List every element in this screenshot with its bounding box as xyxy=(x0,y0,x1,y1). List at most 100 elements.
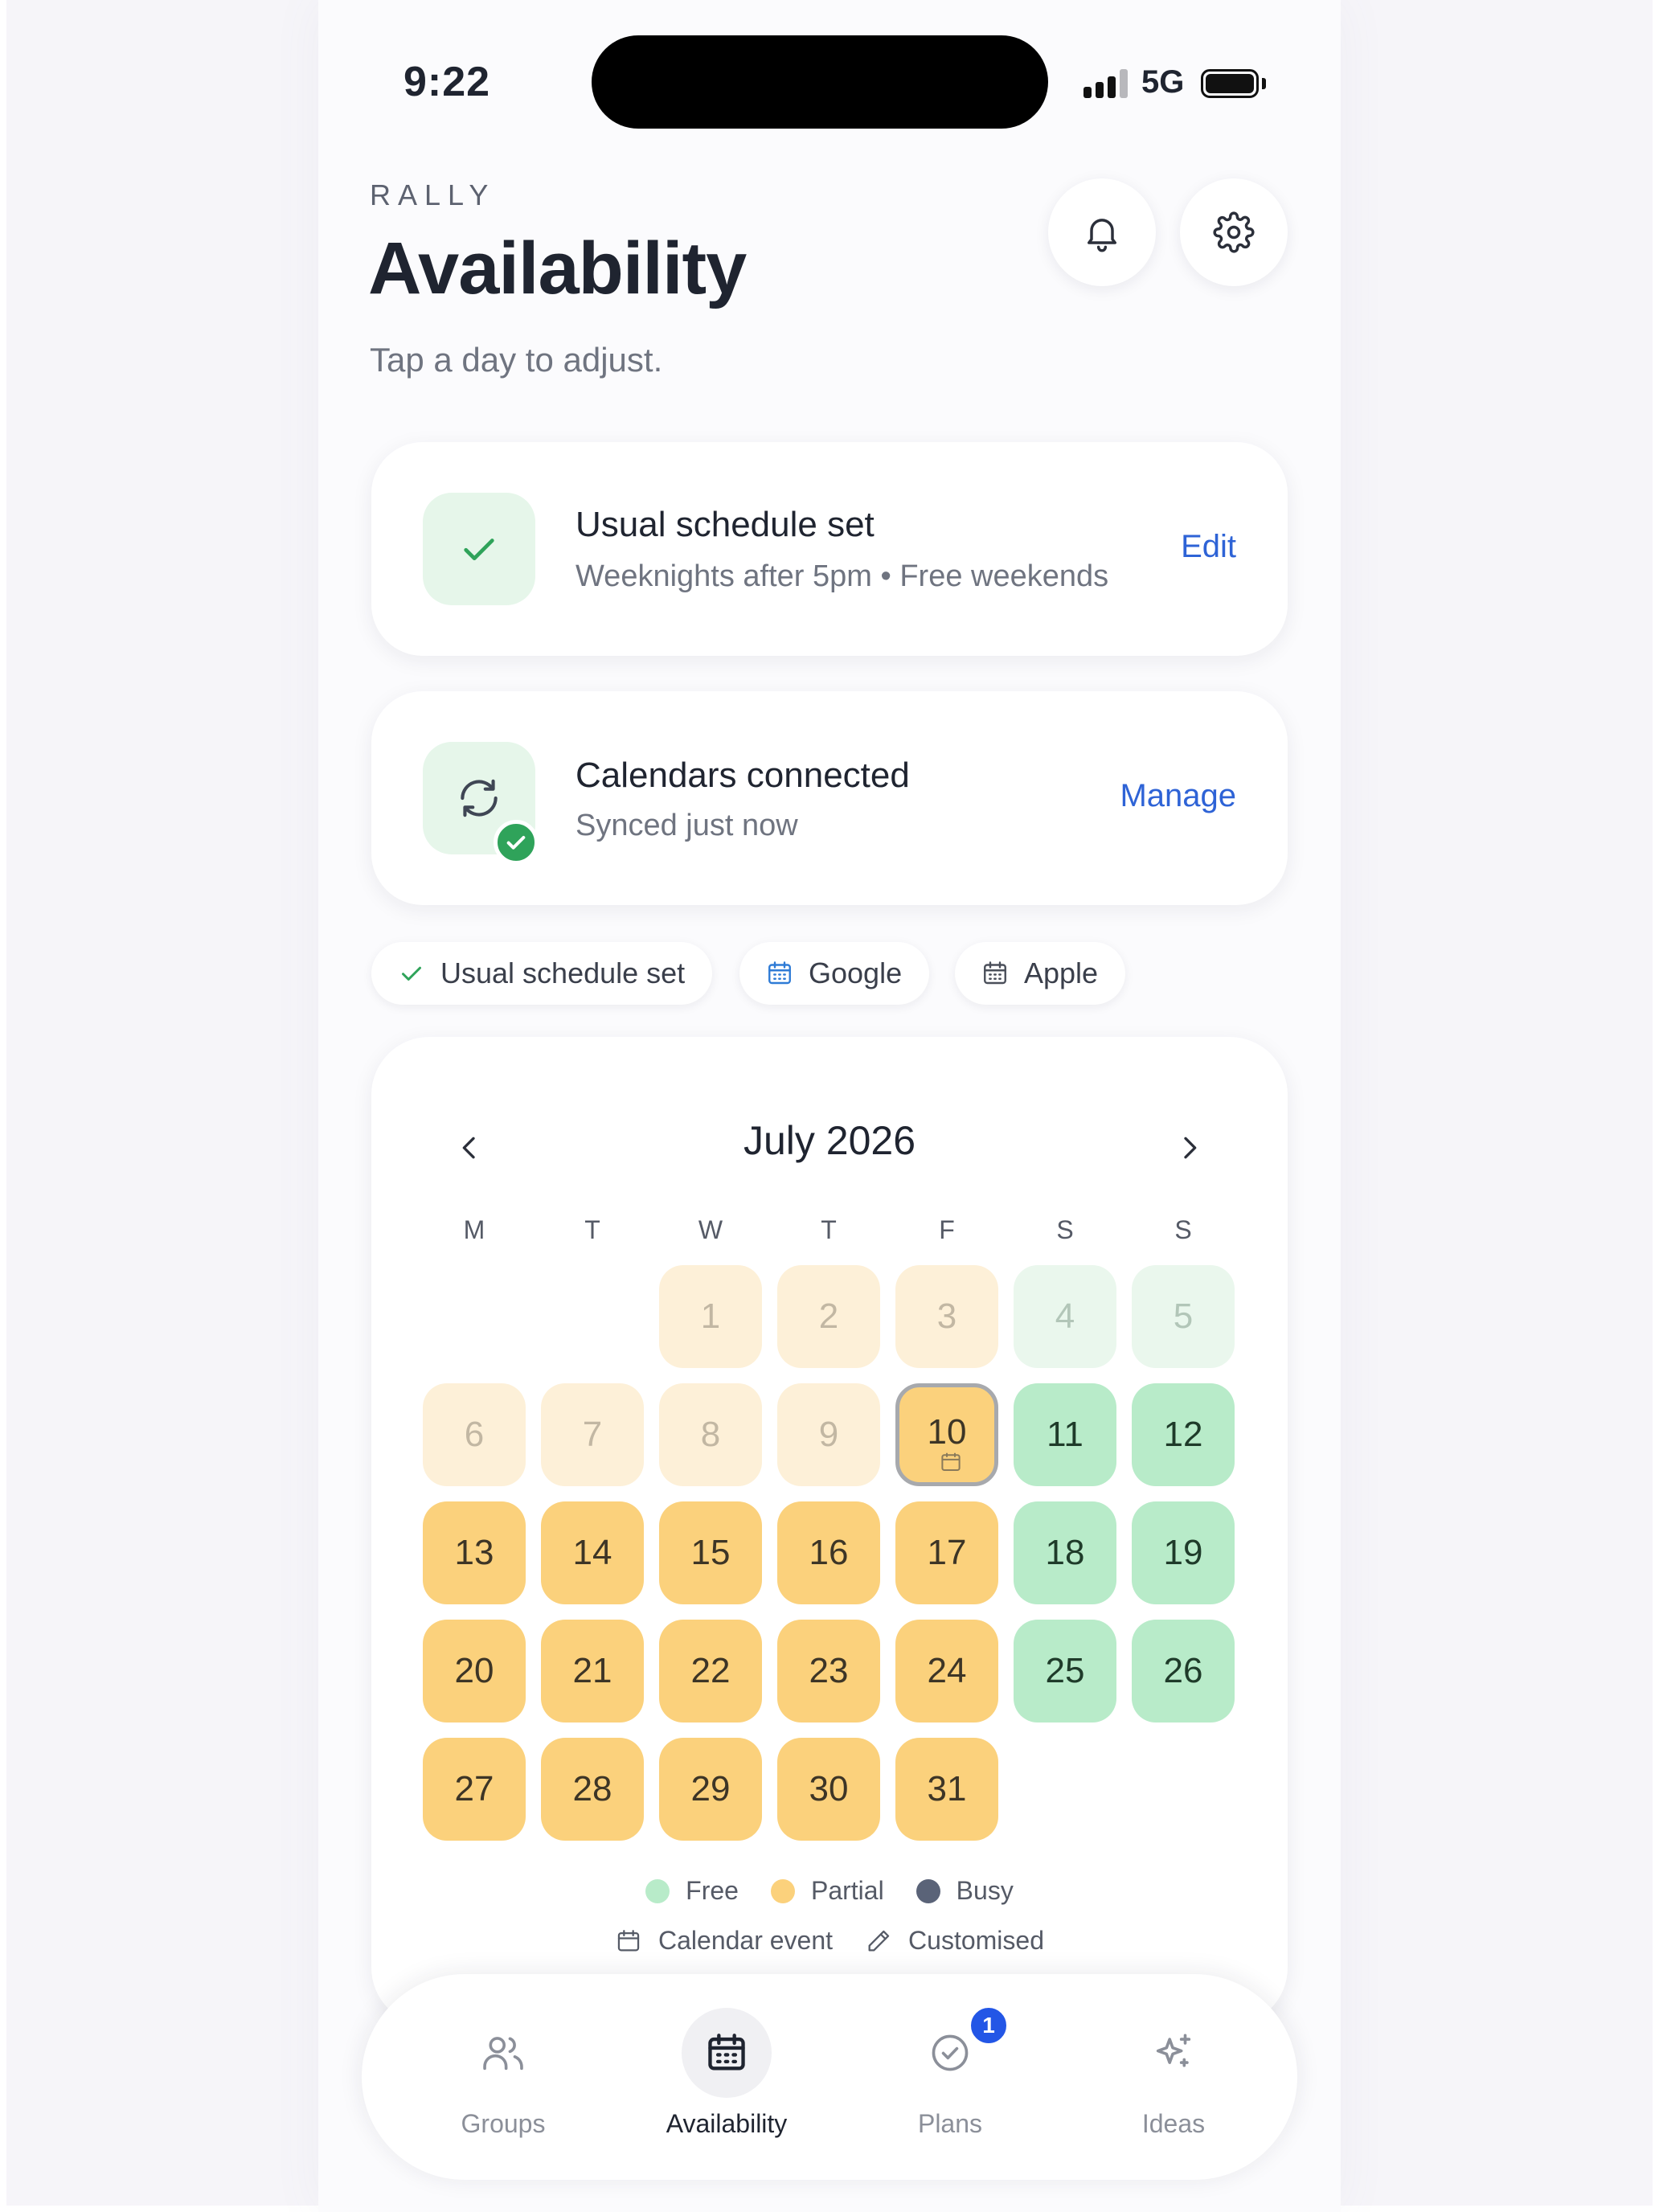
plans-badge: 1 xyxy=(968,2005,1010,2046)
calendar-day[interactable]: 16 xyxy=(777,1501,880,1604)
edit-schedule-link[interactable]: Edit xyxy=(1181,529,1236,565)
calendar-icon xyxy=(768,961,791,985)
tab-icon-wrap xyxy=(682,2008,772,2098)
day-number: 22 xyxy=(690,1651,731,1690)
day-number: 20 xyxy=(454,1651,494,1690)
notifications-button[interactable] xyxy=(1048,178,1156,286)
sparkles-icon xyxy=(1156,2034,1191,2067)
check-icon xyxy=(464,539,494,560)
calendar-day[interactable]: 11 xyxy=(1014,1383,1116,1486)
calendar-day[interactable]: 15 xyxy=(659,1501,762,1604)
calendar-day[interactable]: 12 xyxy=(1132,1383,1235,1486)
status-legend: Free Partial Busy xyxy=(371,1876,1288,1906)
day-number: 21 xyxy=(572,1651,612,1690)
day-number: 19 xyxy=(1163,1533,1203,1572)
chip-apple[interactable]: Apple xyxy=(955,942,1126,1005)
calendar-day[interactable]: 26 xyxy=(1132,1620,1235,1722)
busy-dot xyxy=(916,1878,940,1903)
calendar-day[interactable]: 27 xyxy=(423,1738,526,1841)
legend-calendar-event: Calendar event xyxy=(615,1926,833,1956)
calendar-day[interactable]: 17 xyxy=(895,1501,998,1604)
tab-plans[interactable]: 1 Plans xyxy=(838,1974,1063,2180)
calendar-day[interactable]: 30 xyxy=(777,1738,880,1841)
calendar-day[interactable]: 6 xyxy=(423,1383,526,1486)
calendar-day[interactable]: 24 xyxy=(895,1620,998,1722)
chip-label: Usual schedule set xyxy=(440,956,686,989)
pencil-icon xyxy=(868,1930,890,1951)
battery-icon xyxy=(1201,69,1259,98)
calendars-card: Calendars connected Synced just now Mana… xyxy=(371,691,1288,905)
calendar-day[interactable]: 25 xyxy=(1014,1620,1116,1722)
manage-calendars-link[interactable]: Manage xyxy=(1120,778,1236,814)
legend-customised: Customised xyxy=(865,1926,1044,1956)
calendar-day[interactable]: 19 xyxy=(1132,1501,1235,1604)
day-number: 31 xyxy=(927,1769,967,1809)
legend-label: Customised xyxy=(908,1926,1044,1955)
day-number: 12 xyxy=(1163,1415,1203,1454)
dynamic-island xyxy=(592,35,1048,129)
calendar-day[interactable]: 28 xyxy=(541,1738,644,1841)
chip-label: Google xyxy=(809,956,903,989)
day-number: 29 xyxy=(690,1769,731,1809)
day-number: 26 xyxy=(1163,1651,1203,1690)
tab-availability[interactable]: Availability xyxy=(614,1974,839,2180)
day-number: 25 xyxy=(1045,1651,1085,1690)
day-number: 15 xyxy=(690,1533,731,1572)
synced-check-icon xyxy=(494,820,539,865)
calendar-day[interactable]: 23 xyxy=(777,1620,880,1722)
day-number: 18 xyxy=(1045,1533,1085,1572)
legend-free: Free xyxy=(645,1876,739,1906)
calendar-day[interactable]: 22 xyxy=(659,1620,762,1722)
next-month-button[interactable] xyxy=(1164,1122,1215,1174)
weekday-header: T xyxy=(821,1215,837,1244)
day-number: 11 xyxy=(1047,1415,1083,1454)
chip-google[interactable]: Google xyxy=(739,942,930,1005)
chip-label: Apple xyxy=(1024,956,1099,989)
legend-label: Free xyxy=(686,1876,739,1905)
day-number: 2 xyxy=(818,1296,839,1336)
calendar-day[interactable]: 3 xyxy=(895,1265,998,1368)
status-time: 9:22 xyxy=(403,59,491,105)
calendar-icon xyxy=(708,2034,745,2071)
calendar-day[interactable]: 7 xyxy=(541,1383,644,1486)
calendar-day[interactable]: 31 xyxy=(895,1738,998,1841)
day-number: 3 xyxy=(936,1296,957,1336)
legend-label: Busy xyxy=(956,1876,1014,1905)
calendar-icon xyxy=(617,1929,640,1951)
tab-icon-wrap xyxy=(1129,2008,1219,2098)
day-number: 30 xyxy=(809,1769,849,1809)
calendar-day[interactable]: 9 xyxy=(777,1383,880,1486)
tab-label: Plans xyxy=(917,2109,983,2138)
gear-icon xyxy=(1213,211,1255,253)
tab-groups[interactable]: Groups xyxy=(391,1974,616,2180)
calendar-day[interactable]: 21 xyxy=(541,1620,644,1722)
calendars-subtitle: Synced just now xyxy=(576,809,798,842)
calendar-day[interactable]: 14 xyxy=(541,1501,644,1604)
legend-label: Calendar event xyxy=(658,1926,834,1955)
day-number: 6 xyxy=(464,1415,485,1454)
legend-label: Partial xyxy=(810,1876,884,1905)
tab-ideas[interactable]: Ideas xyxy=(1061,1974,1286,2180)
weekday-header: S xyxy=(1056,1215,1074,1244)
day-number: 10 xyxy=(927,1412,967,1452)
calendar-day[interactable]: 5 xyxy=(1132,1265,1235,1368)
settings-button[interactable] xyxy=(1180,178,1288,286)
calendar-day[interactable]: 18 xyxy=(1014,1501,1116,1604)
sync-icon xyxy=(461,779,498,817)
bell-icon xyxy=(1088,219,1116,252)
calendar-day[interactable]: 4 xyxy=(1014,1265,1116,1368)
day-number: 8 xyxy=(700,1415,721,1454)
calendar-card: July 2026 M T W T F S S 1 2 3 4 5 6 7 8 9 10 11 12 13 14 15 16… xyxy=(371,1037,1288,2026)
calendar-day[interactable]: 2 xyxy=(777,1265,880,1368)
schedule-status-icon xyxy=(423,493,535,605)
tab-bar: Groups Availability 1 Plans Ideas xyxy=(362,1974,1297,2180)
calendar-day-today[interactable]: 10 xyxy=(895,1383,998,1486)
calendar-day[interactable]: 8 xyxy=(659,1383,762,1486)
calendar-day[interactable]: 13 xyxy=(423,1501,526,1604)
chip-usual-schedule[interactable]: Usual schedule set xyxy=(371,942,713,1005)
calendar-day[interactable]: 1 xyxy=(659,1265,762,1368)
calendar-day[interactable]: 29 xyxy=(659,1738,762,1841)
calendar-day[interactable]: 20 xyxy=(423,1620,526,1722)
signal-icon xyxy=(1083,69,1130,98)
day-number: 13 xyxy=(454,1533,494,1572)
